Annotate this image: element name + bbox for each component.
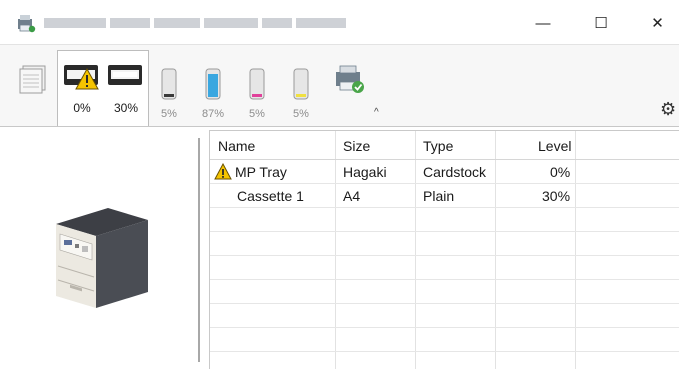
tab-device-status[interactable] bbox=[328, 54, 372, 126]
tab-paper-trays[interactable]: 0% 30% bbox=[57, 50, 149, 128]
table-row-level: 30% bbox=[542, 188, 571, 204]
table-row-type: Cardstock bbox=[423, 164, 487, 180]
paper-stack-icon bbox=[19, 65, 46, 94]
settings-gear-icon[interactable]: ⚙ bbox=[660, 99, 676, 120]
toner-cyan-icon bbox=[205, 68, 221, 100]
column-header-size[interactable]: Size bbox=[343, 138, 370, 154]
tray-table: Name Size Type Level MP Tray Hagaki Card… bbox=[209, 130, 679, 369]
table-row-size: A4 bbox=[343, 188, 361, 204]
grid-line bbox=[495, 131, 496, 369]
pane-divider[interactable] bbox=[198, 138, 200, 362]
column-header-type[interactable]: Type bbox=[423, 138, 453, 154]
grid-line bbox=[210, 279, 679, 280]
column-header-level[interactable]: Level bbox=[538, 138, 571, 154]
table-row-name[interactable]: MP Tray bbox=[235, 164, 287, 180]
table-row-name[interactable]: Cassette 1 bbox=[237, 188, 304, 204]
grid-line bbox=[210, 183, 679, 184]
printer-preview-pane bbox=[0, 127, 198, 369]
mp-tray-warning-icon bbox=[64, 65, 99, 90]
toner-black-level: 5% bbox=[161, 108, 177, 120]
printer-status-ok-icon bbox=[336, 65, 364, 93]
column-header-name[interactable]: Name bbox=[218, 138, 255, 154]
grid-line bbox=[575, 131, 576, 369]
grid-line bbox=[210, 351, 679, 352]
printer-illustration bbox=[56, 208, 148, 308]
header-separator bbox=[210, 159, 679, 160]
tab-toner[interactable]: 5% 87% 5% 5% bbox=[154, 54, 324, 126]
printer-app-icon bbox=[18, 15, 36, 33]
grid-line bbox=[210, 303, 679, 304]
status-toolbar: 0% 30% 5% 87% 5% 5% ^ ⚙ bbox=[0, 44, 679, 128]
toner-cyan-level: 87% bbox=[201, 108, 225, 120]
tab-paper[interactable] bbox=[14, 54, 54, 126]
maximize-button[interactable]: ☐ bbox=[578, 8, 624, 38]
warning-icon bbox=[214, 163, 232, 180]
toner-magenta-level: 5% bbox=[249, 108, 265, 120]
grid-line bbox=[415, 131, 416, 369]
toner-yellow-icon bbox=[293, 68, 309, 100]
collapse-toolbar-icon[interactable]: ^ bbox=[374, 107, 379, 118]
mp-tray-level: 0% bbox=[73, 101, 91, 115]
grid-line bbox=[335, 131, 336, 369]
table-row-size: Hagaki bbox=[343, 164, 387, 180]
grid-line bbox=[210, 207, 679, 208]
minimize-button[interactable]: — bbox=[520, 8, 566, 38]
cassette-level: 30% bbox=[113, 101, 139, 115]
cassette-tray-icon bbox=[108, 65, 142, 85]
toner-magenta-icon bbox=[249, 68, 265, 100]
table-row-type: Plain bbox=[423, 188, 455, 204]
grid-line bbox=[210, 231, 679, 232]
title-bar: — ☐ ✕ bbox=[0, 0, 679, 44]
table-row-level: 0% bbox=[550, 164, 571, 180]
toner-yellow-level: 5% bbox=[293, 108, 309, 120]
grid-line bbox=[210, 327, 679, 328]
grid-line bbox=[210, 255, 679, 256]
window-title-obscured bbox=[44, 18, 346, 28]
close-button[interactable]: ✕ bbox=[636, 8, 679, 38]
toner-black-icon bbox=[161, 68, 177, 100]
